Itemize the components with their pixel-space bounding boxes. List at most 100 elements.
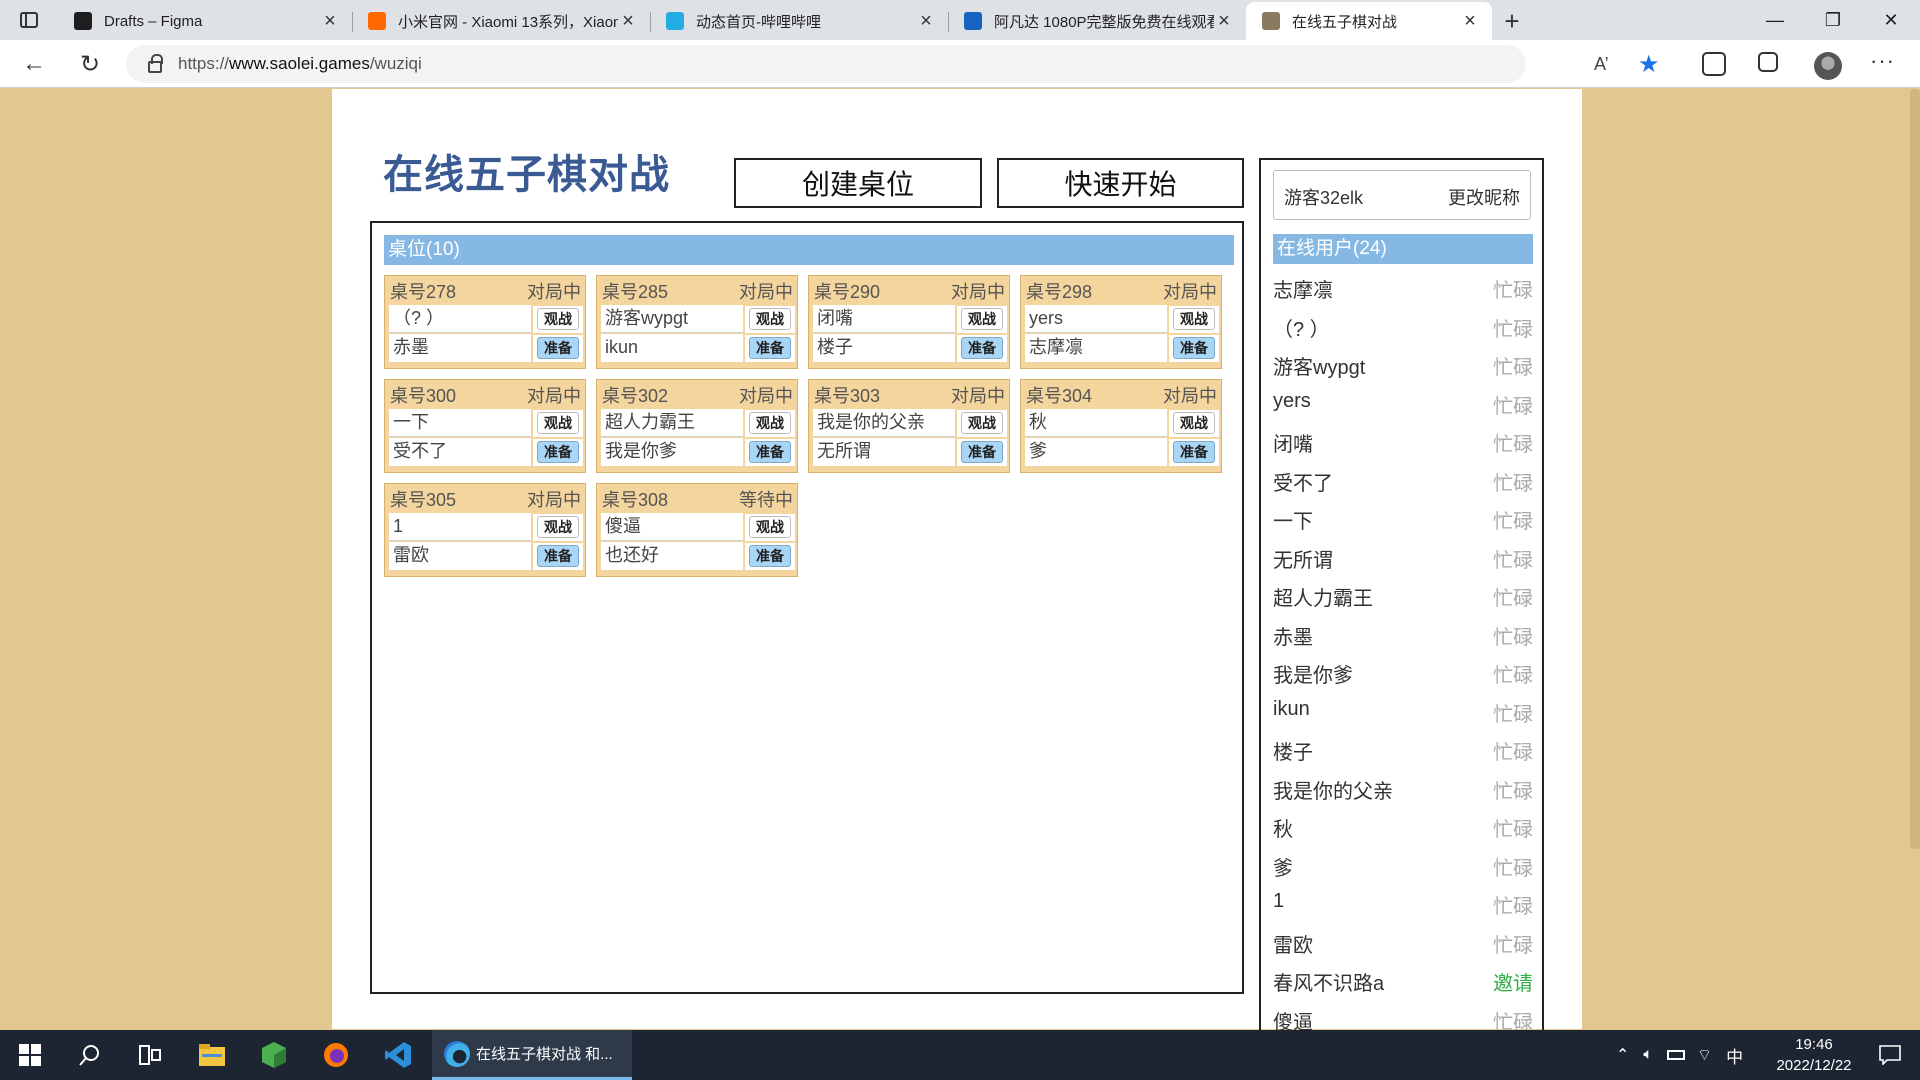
watch-button[interactable]: 观战 <box>957 410 1007 437</box>
browser-tab-bar: Drafts – Figma × 小米官网 - Xiaomi 13系列，Xiaomi… <box>0 0 1920 40</box>
watch-button[interactable]: 观战 <box>957 306 1007 333</box>
ready-button[interactable]: 准备 <box>1169 335 1219 362</box>
seat-player-2[interactable]: 爹 <box>1025 438 1167 466</box>
watch-button[interactable]: 观战 <box>1169 410 1219 437</box>
watch-button[interactable]: 观战 <box>533 306 583 333</box>
user-name: 楼子 <box>1273 742 1313 764</box>
watch-button-label: 观战 <box>749 308 791 330</box>
ready-button[interactable]: 准备 <box>1169 439 1219 466</box>
browser-tab[interactable]: 在线五子棋对战 × <box>1246 2 1492 40</box>
seat-player-2[interactable]: 无所谓 <box>813 438 955 466</box>
ready-button[interactable]: 准备 <box>745 335 795 362</box>
user-name: （? ） <box>1273 318 1330 341</box>
wuziqi-favicon <box>1262 12 1280 30</box>
refresh-button[interactable]: ↻ <box>74 48 106 80</box>
search-button[interactable] <box>60 1030 120 1080</box>
close-tab-icon[interactable]: × <box>1460 10 1480 33</box>
chevron-up-icon[interactable]: ⌃ <box>1616 1045 1629 1065</box>
user-status: 忙碌 <box>1493 934 1533 957</box>
seat-player-1[interactable]: （? ） <box>389 305 531 333</box>
watch-button[interactable]: 观战 <box>1169 306 1219 333</box>
profile-avatar[interactable] <box>1814 52 1842 80</box>
tab-title: 在线五子棋对战 <box>1292 13 1398 31</box>
browser-essentials-icon[interactable] <box>1702 52 1726 76</box>
close-window-icon[interactable]: ✕ <box>1862 0 1920 40</box>
watch-button[interactable]: 观战 <box>745 306 795 333</box>
seat-player-2[interactable]: 受不了 <box>389 438 531 466</box>
read-aloud-icon[interactable]: A’ <box>1594 54 1609 75</box>
ready-button[interactable]: 准备 <box>533 543 583 570</box>
seat-player-2[interactable]: 也还好 <box>601 542 743 570</box>
close-tab-icon[interactable]: × <box>320 10 340 33</box>
close-tab-icon[interactable]: × <box>618 10 638 33</box>
network-icon[interactable]: ⌔ <box>1697 1045 1712 1065</box>
seat-player-1[interactable]: 秋 <box>1025 409 1167 437</box>
address-input[interactable]: https://www.saolei.games/wuziqi <box>126 45 1526 83</box>
ready-button-label: 准备 <box>537 337 579 359</box>
seat-player-1[interactable]: 1 <box>389 513 531 541</box>
seat-player-2[interactable]: 雷欧 <box>389 542 531 570</box>
seat-player-2[interactable]: 我是你爹 <box>601 438 743 466</box>
browser-tab[interactable]: 动态首页-哔哩哔哩 × <box>650 2 948 40</box>
user-status: 忙碌 <box>1493 896 1533 918</box>
watch-button-label: 观战 <box>1173 308 1215 330</box>
minecraft-icon[interactable] <box>244 1030 304 1080</box>
seat-player-1[interactable]: 闭嘴 <box>813 305 955 333</box>
browser-tab[interactable]: 阿凡达 1080P完整版免费在线观看 × <box>948 2 1246 40</box>
seat-player-2[interactable]: ikun <box>601 334 743 362</box>
seat-player-2[interactable]: 楼子 <box>813 334 955 362</box>
ready-button[interactable]: 准备 <box>745 543 795 570</box>
watch-button[interactable]: 观战 <box>533 410 583 437</box>
watch-button[interactable]: 观战 <box>745 514 795 541</box>
close-tab-icon[interactable]: × <box>1214 10 1234 33</box>
ready-button[interactable]: 准备 <box>533 439 583 466</box>
collections-icon[interactable] <box>1758 52 1778 72</box>
ime-indicator[interactable]: 中 <box>1726 1043 1743 1068</box>
ready-button[interactable]: 准备 <box>957 439 1007 466</box>
restore-icon[interactable]: ❐ <box>1804 0 1862 40</box>
ready-button-label: 准备 <box>749 545 791 567</box>
notification-button[interactable] <box>1860 1030 1920 1080</box>
seat-player-1[interactable]: 我是你的父亲 <box>813 409 955 437</box>
create-table-button[interactable]: 创建桌位 <box>734 158 982 208</box>
browser-tab[interactable]: Drafts – Figma × <box>58 2 352 40</box>
url-text: https://www.saolei.games/wuziqi <box>178 54 422 73</box>
new-tab-button[interactable]: + <box>1492 2 1532 40</box>
seat-player-1[interactable]: 一下 <box>389 409 531 437</box>
battery-icon[interactable] <box>1667 1050 1686 1060</box>
seat-player-1[interactable]: 游客wypgt <box>601 305 743 333</box>
favorite-star-icon[interactable]: ★ <box>1638 50 1660 79</box>
file-explorer-icon[interactable] <box>182 1030 242 1080</box>
browser-tab[interactable]: 小米官网 - Xiaomi 13系列，Xiaomi × <box>352 2 650 40</box>
firefox-icon[interactable] <box>306 1030 366 1080</box>
ready-button[interactable]: 准备 <box>533 335 583 362</box>
seat-player-2[interactable]: 志摩凛 <box>1025 334 1167 362</box>
watch-button[interactable]: 观战 <box>745 410 795 437</box>
online-user-row: 我是你爹 忙碌 <box>1273 655 1533 689</box>
seat-player-1[interactable]: yers <box>1025 305 1167 333</box>
watch-button[interactable]: 观战 <box>533 514 583 541</box>
taskbar-clock[interactable]: 19:46 2022/12/22 <box>1766 1034 1862 1076</box>
invite-button[interactable]: 邀请 <box>1493 967 1533 996</box>
page-scrollbar[interactable] <box>1910 89 1920 849</box>
quick-start-button[interactable]: 快速开始 <box>997 158 1244 208</box>
seat-player-1[interactable]: 超人力霸王 <box>601 409 743 437</box>
more-menu-icon[interactable]: ··· <box>1870 48 1895 74</box>
table-number: 桌号298 <box>1026 282 1093 302</box>
back-button[interactable]: ← <box>18 48 50 80</box>
change-nickname-button[interactable]: 更改昵称 <box>1448 184 1520 210</box>
vscode-icon[interactable] <box>368 1030 428 1080</box>
windows-start-button[interactable] <box>0 1030 60 1080</box>
ready-button[interactable]: 准备 <box>957 335 1007 362</box>
minimize-icon[interactable]: — <box>1746 0 1804 40</box>
tab-actions-button[interactable] <box>0 0 58 40</box>
user-status: 忙碌 <box>1493 742 1533 764</box>
task-view-button[interactable] <box>120 1030 180 1080</box>
taskbar-edge-app[interactable]: 在线五子棋对战 和... <box>432 1030 632 1080</box>
seat-player-2[interactable]: 赤墨 <box>389 334 531 362</box>
table-number: 桌号303 <box>814 386 881 406</box>
ready-button[interactable]: 准备 <box>745 439 795 466</box>
close-tab-icon[interactable]: × <box>916 10 936 33</box>
volume-icon[interactable]: 🔈︎ <box>1643 1046 1653 1064</box>
seat-player-1[interactable]: 傻逼 <box>601 513 743 541</box>
